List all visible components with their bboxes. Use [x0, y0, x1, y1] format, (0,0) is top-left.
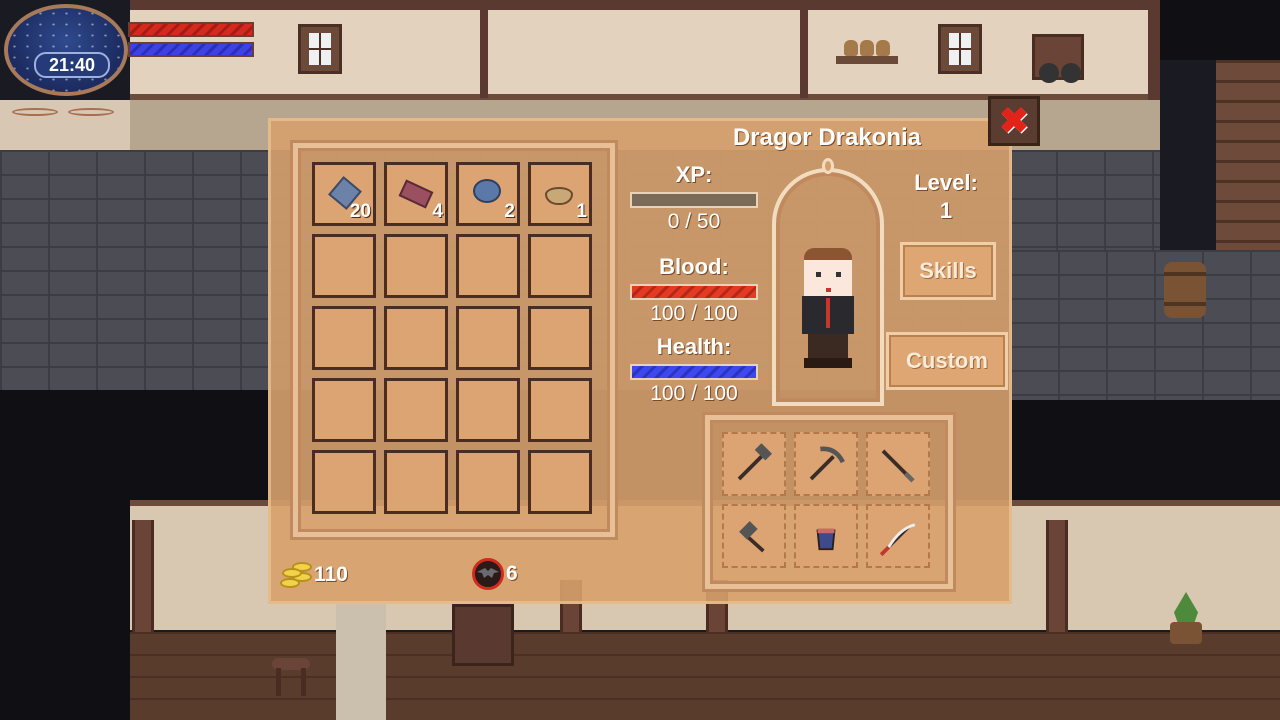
potted-plant	[1168, 592, 1204, 662]
pottery-shelf	[836, 34, 898, 64]
character-portrait	[772, 158, 884, 406]
wall-beam	[800, 10, 808, 98]
health-value: 100 / 100	[650, 382, 738, 405]
blood-label: Blood:	[659, 254, 729, 279]
inventory-slot[interactable]	[456, 306, 520, 370]
inventory-slot[interactable]	[384, 450, 448, 514]
mallet-icon	[739, 521, 765, 553]
barrel	[1164, 262, 1206, 318]
gold-counter: 110	[280, 558, 348, 592]
xp-bar	[630, 192, 758, 208]
health-label: Health:	[656, 334, 732, 359]
hud-mana-fill	[130, 44, 252, 55]
ore-icon	[473, 179, 501, 203]
inventory-slot[interactable]: 20	[312, 162, 376, 226]
brick-icon	[398, 179, 434, 209]
item-quantity: 20	[349, 201, 371, 222]
gold-coins-icon	[280, 558, 312, 592]
inventory-slot[interactable]: 2	[456, 162, 520, 226]
cabinet	[452, 604, 514, 666]
window	[298, 24, 342, 74]
bat-token-counter: 6	[472, 558, 518, 590]
inventory-slot[interactable]	[456, 234, 520, 298]
item-quantity: 2	[504, 201, 515, 222]
inventory-slot[interactable]	[456, 450, 520, 514]
hud-mana-bar	[128, 42, 254, 57]
inventory-slot[interactable]	[312, 450, 376, 514]
inventory-slot[interactable]	[312, 306, 376, 370]
tool-slot[interactable]	[794, 432, 858, 496]
custom-button[interactable]: Custom	[886, 332, 1008, 390]
inventory-slot[interactable]	[456, 378, 520, 442]
inventory-slot[interactable]	[528, 306, 592, 370]
level-value: 1	[939, 198, 953, 223]
item-quantity: 1	[576, 201, 587, 222]
xp-value: 0 / 50	[667, 210, 721, 233]
level-label: Level:	[914, 170, 978, 195]
inventory-slot[interactable]	[528, 450, 592, 514]
hud-blood-fill	[130, 24, 252, 35]
inventory-slot[interactable]: 1	[528, 162, 592, 226]
pickaxe-icon	[809, 446, 845, 481]
tool-slot[interactable]	[794, 504, 858, 568]
scythe-icon	[879, 523, 916, 557]
character-sprite	[796, 248, 860, 368]
character-stats: XP: 0 / 50 Blood: 100 / 100 Health: 100 …	[628, 162, 760, 406]
tool-slot[interactable]	[722, 504, 786, 568]
skills-button[interactable]: Skills	[900, 242, 996, 300]
back-wall	[130, 0, 1160, 100]
stone-floor	[1010, 250, 1280, 400]
stars-decoration	[8, 8, 124, 92]
pillar	[1046, 520, 1068, 640]
inventory-grid: 20 4 2 1	[312, 162, 592, 514]
doorway	[336, 604, 386, 720]
wall-beam	[480, 10, 488, 98]
tool-slot[interactable]	[722, 432, 786, 496]
xp-label: XP:	[675, 162, 713, 187]
hammer-icon	[737, 443, 772, 481]
tool-slot[interactable]	[866, 432, 930, 496]
inventory-slot[interactable]: 4	[384, 162, 448, 226]
staircase	[1216, 60, 1280, 250]
clock-ornament	[12, 98, 122, 122]
gold-value: 110	[314, 563, 348, 586]
stool	[272, 658, 310, 696]
day-night-clock: 21:40	[4, 4, 128, 96]
close-x-icon: ✖	[998, 100, 1030, 141]
hud-blood-bar	[128, 22, 254, 37]
clock-time: 21:40	[34, 52, 110, 78]
void-area	[130, 390, 270, 500]
inventory-slot[interactable]	[528, 234, 592, 298]
inventory-slot[interactable]	[312, 234, 376, 298]
blood-fill	[632, 286, 756, 298]
character-name: Dragor Drakonia	[732, 124, 922, 151]
staff-icon	[881, 449, 915, 483]
pillar	[132, 520, 154, 640]
stove	[1032, 34, 1084, 83]
bowl-icon	[545, 187, 573, 205]
void-area	[1160, 0, 1280, 60]
bucket-icon	[816, 528, 836, 551]
tool-slots	[722, 432, 930, 568]
item-quantity: 4	[432, 201, 443, 222]
inventory-slot[interactable]	[384, 306, 448, 370]
close-button[interactable]: ✖	[988, 96, 1040, 146]
portrait-finial	[822, 158, 834, 174]
health-bar	[630, 364, 758, 380]
tool-slot[interactable]	[866, 504, 930, 568]
blood-bar	[630, 284, 758, 300]
window	[938, 24, 982, 74]
inventory-slot[interactable]	[312, 378, 376, 442]
health-fill	[632, 366, 756, 378]
inventory-slot[interactable]	[384, 378, 448, 442]
inventory-slot[interactable]	[528, 378, 592, 442]
roof-beam	[130, 0, 1160, 10]
inventory-slot[interactable]	[384, 234, 448, 298]
void-area	[1012, 400, 1280, 500]
bat-badge-icon	[472, 558, 504, 590]
blood-value: 100 / 100	[650, 302, 738, 325]
bat-token-value: 6	[506, 562, 518, 585]
